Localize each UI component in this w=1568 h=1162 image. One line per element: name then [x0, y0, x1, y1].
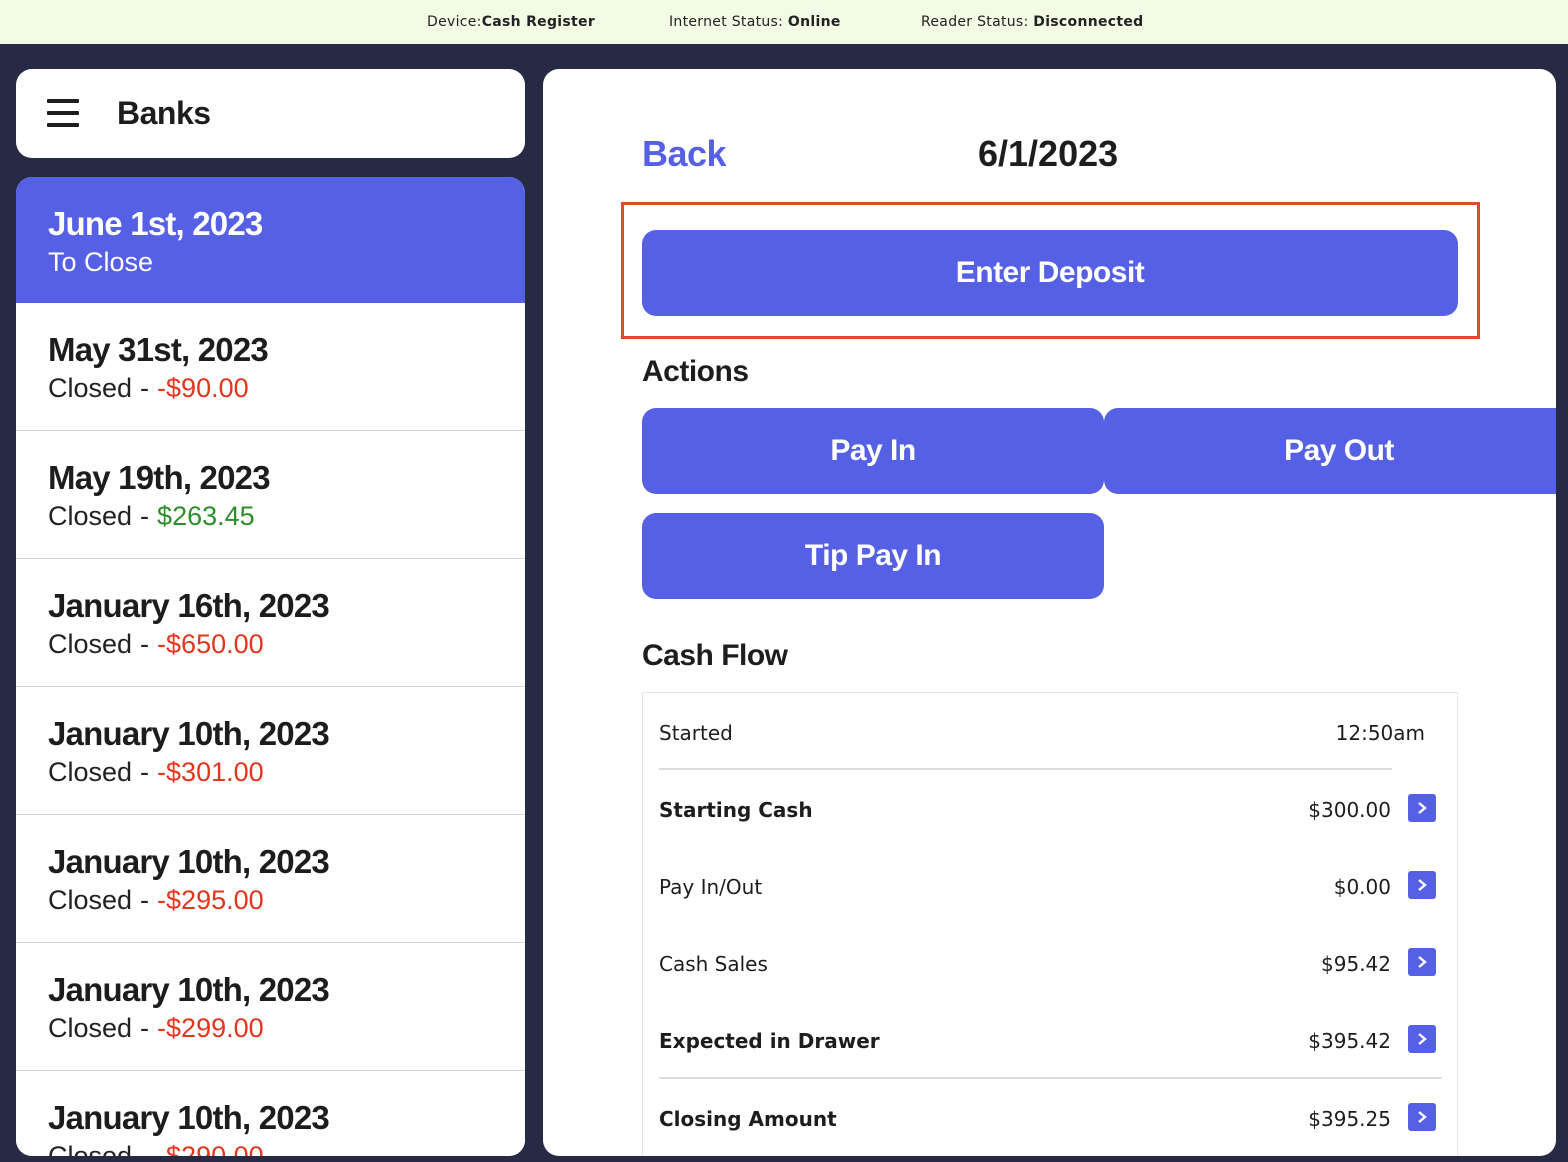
status-bar: Device:Cash Register Internet Status: On…	[0, 0, 1568, 44]
bank-item-june-1[interactable]: June 1st, 2023 To Close	[16, 177, 525, 303]
bank-status: Closed - -$295.00	[48, 885, 264, 916]
actions-title: Actions	[642, 355, 749, 388]
cash-flow-row-starting-cash[interactable]: Starting Cash $300.00	[659, 790, 1449, 830]
bank-date: May 19th, 2023	[48, 459, 271, 496]
bank-amount: -$299.00	[157, 1013, 264, 1043]
reader-status-value: Disconnected	[1033, 14, 1144, 30]
tip-pay-in-button[interactable]: Tip Pay In	[642, 513, 1104, 599]
bank-item[interactable]: January 10th, 2023 Closed - -$299.00	[16, 943, 525, 1071]
bank-date: January 10th, 2023	[48, 843, 330, 880]
bank-item[interactable]: January 10th, 2023 Closed - -$290.00	[16, 1071, 525, 1156]
bank-date: June 1st, 2023	[48, 205, 263, 242]
cash-flow-label: Pay In/Out	[659, 875, 763, 899]
cash-flow-label: Starting Cash	[659, 798, 813, 822]
internet-status: Internet Status: Online	[669, 14, 841, 30]
cash-flow-value: 12:50am	[1335, 721, 1425, 745]
bank-separator: -	[140, 629, 150, 659]
bank-separator: -	[140, 1141, 150, 1156]
bank-separator: -	[140, 1013, 150, 1043]
bank-amount: $263.45	[157, 501, 255, 531]
bank-item[interactable]: May 31st, 2023 Closed - -$90.00	[16, 303, 525, 431]
page-title: 6/1/2023	[978, 133, 1119, 174]
bank-detail-panel: Back 6/1/2023 Enter Deposit Actions Pay …	[543, 69, 1556, 1156]
sidebar-header: Banks	[16, 69, 525, 158]
cash-flow-table: Started 12:50am Starting Cash $300.00 Pa…	[642, 692, 1458, 1156]
bank-status: Closed - -$301.00	[48, 757, 264, 788]
bank-status: Closed - -$299.00	[48, 1013, 264, 1044]
internet-status-value: Online	[787, 14, 841, 30]
bank-status: Closed - -$290.00	[48, 1141, 264, 1156]
cash-flow-row-cash-sales[interactable]: Cash Sales $95.42	[659, 944, 1449, 984]
cash-flow-label: Expected in Drawer	[659, 1029, 880, 1053]
cash-flow-row-expected-in-drawer[interactable]: Expected in Drawer $395.42	[659, 1021, 1449, 1061]
bank-amount: -$90.00	[157, 373, 249, 403]
bank-status: Closed - -$90.00	[48, 373, 249, 404]
cash-flow-value: $0.00	[1333, 875, 1391, 899]
bank-separator: -	[140, 373, 150, 403]
bank-date: May 31st, 2023	[48, 331, 269, 368]
bank-date: January 10th, 2023	[48, 715, 330, 752]
bank-status-text: Closed	[48, 1141, 133, 1156]
cash-flow-value: $300.00	[1308, 798, 1391, 822]
cash-flow-value: $395.42	[1308, 1029, 1391, 1053]
bank-status-text: Closed	[48, 629, 133, 659]
bank-amount: -$290.00	[157, 1141, 264, 1156]
bank-separator: -	[140, 885, 150, 915]
bank-status-text: Closed	[48, 1013, 133, 1043]
bank-item[interactable]: January 10th, 2023 Closed - -$301.00	[16, 687, 525, 815]
cash-flow-label: Started	[659, 721, 733, 745]
internet-status-label: Internet Status:	[669, 14, 788, 30]
pay-out-button[interactable]: Pay Out	[1104, 408, 1556, 494]
cash-flow-row-closing-amount[interactable]: Closing Amount $395.25	[659, 1099, 1449, 1139]
chevron-right-icon[interactable]	[1408, 871, 1436, 899]
enter-deposit-button[interactable]: Enter Deposit	[642, 230, 1458, 316]
cash-flow-value: $395.25	[1308, 1107, 1391, 1131]
pay-in-button[interactable]: Pay In	[642, 408, 1104, 494]
bank-status: To Close	[48, 247, 154, 277]
bank-date: January 10th, 2023	[48, 1099, 330, 1136]
chevron-right-icon[interactable]	[1408, 1025, 1436, 1053]
bank-status-text: Closed	[48, 757, 133, 787]
bank-amount: -$650.00	[157, 629, 264, 659]
chevron-right-icon[interactable]	[1408, 948, 1436, 976]
bank-amount: -$301.00	[157, 757, 264, 787]
bank-separator: -	[140, 501, 150, 531]
banks-list[interactable]: June 1st, 2023 To Close May 31st, 2023 C…	[16, 177, 525, 1156]
reader-status-label: Reader Status:	[921, 14, 1034, 30]
bank-separator: -	[140, 757, 150, 787]
cash-flow-title: Cash Flow	[642, 639, 788, 672]
reader-status: Reader Status: Disconnected	[921, 14, 1144, 30]
device-status: Device:Cash Register	[427, 14, 595, 30]
cash-flow-row-started: Started 12:50am	[659, 713, 1449, 753]
bank-date: January 10th, 2023	[48, 971, 330, 1008]
bank-status: Closed - $263.45	[48, 501, 255, 532]
bank-status-text: Closed	[48, 501, 133, 531]
bank-date: January 16th, 2023	[48, 587, 330, 624]
bank-item[interactable]: January 10th, 2023 Closed - -$295.00	[16, 815, 525, 943]
bank-amount: -$295.00	[157, 885, 264, 915]
hamburger-menu-icon[interactable]	[47, 99, 79, 127]
cash-flow-label: Closing Amount	[659, 1107, 837, 1131]
sidebar-title: Banks	[117, 95, 211, 131]
device-status-value: Cash Register	[481, 14, 596, 30]
cash-flow-row-pay-in-out[interactable]: Pay In/Out $0.00	[659, 867, 1449, 907]
divider	[659, 768, 1392, 770]
cash-flow-label: Cash Sales	[659, 952, 768, 976]
divider	[659, 1077, 1442, 1079]
device-status-label: Device:	[427, 14, 482, 30]
chevron-right-icon[interactable]	[1408, 794, 1436, 822]
bank-status-text: Closed	[48, 373, 133, 403]
bank-item[interactable]: May 19th, 2023 Closed - $263.45	[16, 431, 525, 559]
chevron-right-icon[interactable]	[1408, 1103, 1436, 1131]
cash-flow-value: $95.42	[1321, 952, 1391, 976]
bank-item[interactable]: January 16th, 2023 Closed - -$650.00	[16, 559, 525, 687]
bank-status-text: Closed	[48, 885, 133, 915]
back-link[interactable]: Back	[642, 133, 727, 175]
bank-status: Closed - -$650.00	[48, 629, 264, 660]
